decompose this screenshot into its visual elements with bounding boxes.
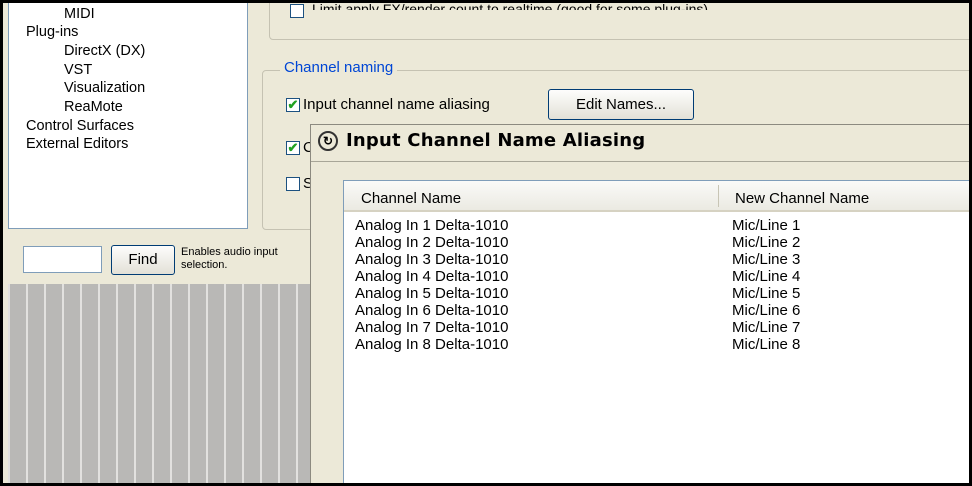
tree-item-plug-ins[interactable]: Plug-ins <box>26 24 78 40</box>
reaper-app-icon: ↻ <box>318 131 338 151</box>
alias-checkbox[interactable]: ✔ <box>286 98 300 112</box>
new-channel-name-cell[interactable]: Mic/Line 4 <box>732 268 800 285</box>
new-channel-name-cell[interactable]: Mic/Line 6 <box>732 302 800 319</box>
find-input[interactable] <box>23 246 102 273</box>
new-channel-name-cell[interactable]: Mic/Line 5 <box>732 285 800 302</box>
limit-fx-checkbox[interactable] <box>290 4 304 18</box>
new-channel-name-cell[interactable]: Mic/Line 7 <box>732 319 800 336</box>
tree-item-visualization[interactable]: Visualization <box>64 80 145 96</box>
find-help-text: Enables audio input selection. <box>181 246 321 272</box>
channel-option-checkbox-2[interactable]: ✔ <box>286 141 300 155</box>
tree-item-external-editors[interactable]: External Editors <box>26 136 128 152</box>
channel-option-checkbox-3[interactable] <box>286 177 300 191</box>
find-help-line1: Enables audio input <box>181 246 278 258</box>
tree-item-control-surfaces[interactable]: Control Surfaces <box>26 118 134 134</box>
channel-name-cell: Analog In 3 Delta-1010 <box>355 251 509 268</box>
column-header-new-channel-name[interactable]: New Channel Name <box>735 190 869 208</box>
channel-name-cell: Analog In 4 Delta-1010 <box>355 268 509 285</box>
channel-name-cell: Analog In 1 Delta-1010 <box>355 217 509 234</box>
new-channel-name-cell[interactable]: Mic/Line 3 <box>732 251 800 268</box>
find-button[interactable]: Find <box>111 245 175 275</box>
find-help-line2: selection. <box>181 259 228 271</box>
channel-name-cell: Analog In 8 Delta-1010 <box>355 336 509 353</box>
new-channel-name-cell[interactable]: Mic/Line 1 <box>732 217 800 234</box>
column-divider[interactable] <box>718 185 719 207</box>
background-panel <box>8 284 323 486</box>
channel-name-cell: Analog In 5 Delta-1010 <box>355 285 509 302</box>
tree-item-reamote[interactable]: ReaMote <box>64 99 123 115</box>
new-channel-name-cell[interactable]: Mic/Line 8 <box>732 336 800 353</box>
column-header-channel-name[interactable]: Channel Name <box>361 190 461 208</box>
new-channel-name-cell[interactable]: Mic/Line 2 <box>732 234 800 251</box>
edit-names-button[interactable]: Edit Names... <box>548 89 694 120</box>
channel-name-cell: Analog In 2 Delta-1010 <box>355 234 509 251</box>
tree-item-vst[interactable]: VST <box>64 62 92 78</box>
channel-name-cell: Analog In 6 Delta-1010 <box>355 302 509 319</box>
channel-name-cell: Analog In 7 Delta-1010 <box>355 319 509 336</box>
preferences-tree[interactable]: MIDI Plug-ins DirectX (DX) VST Visualiza… <box>8 0 248 229</box>
tree-item-directx[interactable]: DirectX (DX) <box>64 43 145 59</box>
dialog-title: Input Channel Name Aliasing <box>346 130 646 151</box>
channel-naming-legend: Channel naming <box>280 59 398 77</box>
alias-label[interactable]: Input channel name aliasing <box>303 96 490 114</box>
tree-item-midi[interactable]: MIDI <box>64 6 95 22</box>
